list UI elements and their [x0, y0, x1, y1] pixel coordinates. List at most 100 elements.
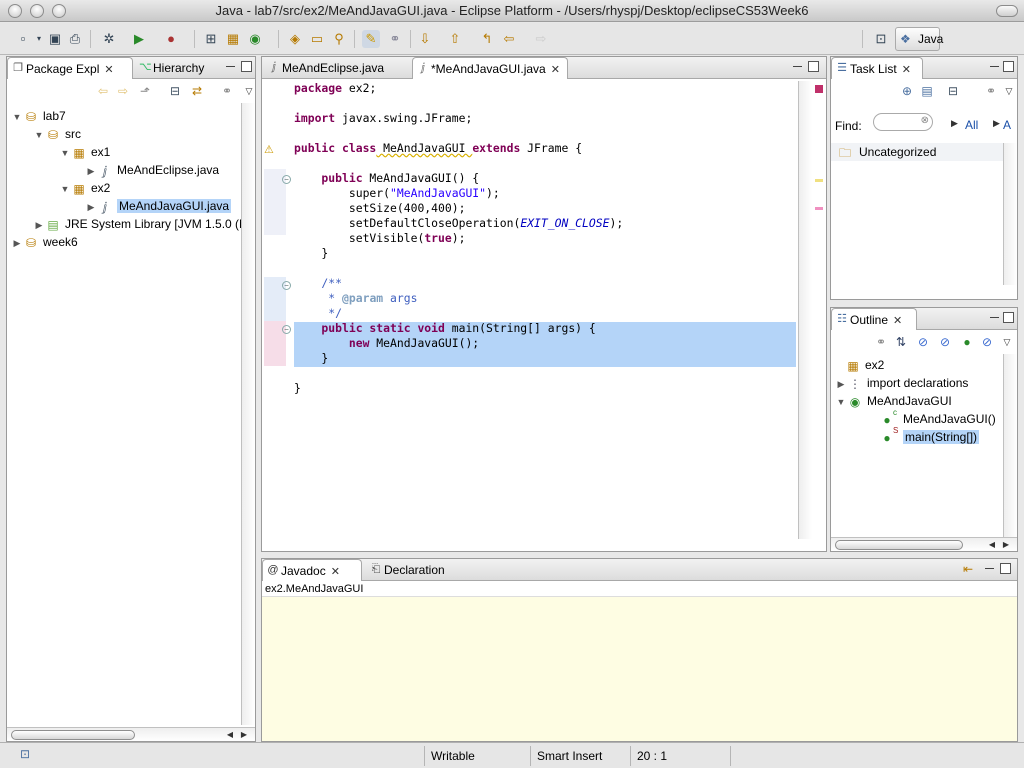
scroll-left-icon[interactable]: ◀	[989, 540, 995, 549]
tree-item[interactable]: ▼ ▦ ex2	[59, 179, 111, 198]
maximize-view-button[interactable]	[1003, 61, 1014, 72]
tree-item[interactable]: ▶ ▤ JRE System Library [JVM 1.5.0 (M	[33, 215, 250, 233]
hide-fields-icon[interactable]: ⊘	[915, 334, 931, 350]
tab-outline[interactable]: ☷ Outline ✕	[831, 308, 917, 330]
maximize-view-button[interactable]	[1000, 563, 1011, 574]
tab-package-explorer[interactable]: ❐ Package Expl ✕	[7, 57, 133, 79]
tab-javadoc[interactable]: @ Javadoc ✕	[262, 559, 362, 581]
new-class-icon[interactable]: ◉	[246, 30, 264, 48]
focus-icon[interactable]: ⚭	[873, 334, 889, 350]
java-perspective-button[interactable]: ❖ Java	[895, 27, 943, 51]
minimize-window-button[interactable]	[30, 4, 44, 18]
error-marker[interactable]	[815, 85, 823, 93]
maximize-view-button[interactable]	[241, 61, 252, 72]
run-icon[interactable]: ▶	[130, 30, 148, 48]
expanded-twisty-icon[interactable]: ▼	[11, 108, 23, 126]
view-menu-icon[interactable]: ▽	[1001, 83, 1017, 99]
warning-marker[interactable]	[815, 179, 823, 182]
open-type-icon[interactable]: ◈	[286, 30, 304, 48]
tab-meandjavagui-java[interactable]: ⅉ *MeAndJavaGUI.java ✕	[412, 57, 568, 79]
collapsed-twisty-icon[interactable]: ▶	[11, 234, 23, 252]
outline-vertical-scrollbar[interactable]	[1003, 354, 1017, 537]
outline-horizontal-scrollbar[interactable]: ◀ ▶	[831, 537, 1017, 551]
expanded-twisty-icon[interactable]: ▼	[59, 180, 71, 198]
link-with-editor-icon[interactable]: ⇄	[189, 83, 205, 99]
back-icon[interactable]: ⇦	[95, 83, 111, 99]
task-category-row[interactable]: 🗀 Uncategorized	[831, 143, 1003, 161]
next-annotation-icon[interactable]: ⇩	[416, 30, 434, 48]
view-menu-icon[interactable]: ▽	[241, 83, 257, 99]
minimize-view-button[interactable]	[984, 563, 995, 574]
minimize-view-button[interactable]	[225, 61, 236, 72]
scroll-thumb[interactable]	[11, 730, 135, 740]
zoom-window-button[interactable]	[52, 4, 66, 18]
close-icon[interactable]: ✕	[902, 64, 911, 76]
last-edit-location-icon[interactable]: ↰	[478, 30, 496, 48]
warning-icon[interactable]: ⚠	[264, 143, 274, 156]
scroll-right-icon[interactable]: ▶	[1003, 540, 1009, 549]
categorize-icon[interactable]: ▤	[919, 83, 935, 99]
close-window-button[interactable]	[8, 4, 22, 18]
show-whitespace-icon[interactable]: ⚭	[386, 30, 404, 48]
outline-item[interactable]: ▶ ⋮ import declarations	[835, 374, 969, 393]
tab-meandeclipse-java[interactable]: ⅉ MeAndEclipse.java	[264, 57, 410, 79]
scroll-right-icon[interactable]: ▶	[241, 730, 247, 739]
expanded-twisty-icon[interactable]: ▼	[33, 126, 45, 144]
tree-item[interactable]: ▼ ⛁ lab7	[11, 107, 66, 125]
hide-static-icon[interactable]: ⊘	[937, 334, 953, 350]
close-icon[interactable]: ✕	[893, 315, 902, 327]
task-find-input[interactable]: ⊗	[873, 113, 933, 131]
view-menu-icon[interactable]: ▽	[999, 334, 1015, 350]
minimize-editor-button[interactable]	[792, 61, 803, 72]
tree-item[interactable]: ▼ ⛁ src	[33, 125, 81, 143]
fold-minus-icon[interactable]: −	[282, 175, 291, 184]
scroll-left-icon[interactable]: ◀	[227, 730, 233, 739]
open-perspective-icon[interactable]: ⊡	[872, 30, 890, 48]
clear-icon[interactable]: ⊗	[921, 115, 929, 126]
maximize-editor-button[interactable]	[808, 61, 819, 72]
tree-item[interactable]: ▶ ⛁ week6	[11, 233, 78, 251]
external-tools-icon[interactable]: ●	[162, 30, 180, 48]
outline-item[interactable]: ● Smain(String[])	[879, 426, 980, 446]
outline-item[interactable]: ▦ ex2	[845, 356, 884, 374]
code-area[interactable]: package ex2; import javax.swing.JFrame; …	[294, 81, 796, 539]
activate-task-link[interactable]: A	[1003, 118, 1011, 132]
forward-icon[interactable]: ⇨	[115, 83, 131, 99]
minimize-view-button[interactable]	[989, 61, 1000, 72]
close-icon[interactable]: ✕	[104, 64, 113, 76]
expanded-twisty-icon[interactable]: ▼	[835, 393, 847, 411]
open-attached-javadoc-icon[interactable]: ⇤	[960, 561, 976, 577]
collapsed-twisty-icon[interactable]: ▶	[85, 198, 97, 216]
sort-icon[interactable]: ⇅	[893, 334, 909, 350]
task-list-vertical-scrollbar[interactable]	[1003, 143, 1017, 285]
expanded-twisty-icon[interactable]: ▼	[59, 144, 71, 162]
previous-annotation-icon[interactable]: ⇧	[446, 30, 464, 48]
up-icon[interactable]: ⬏	[137, 83, 153, 99]
open-folder-icon[interactable]: ▭	[308, 30, 326, 48]
package-explorer-horizontal-scrollbar[interactable]: ◀ ▶	[7, 727, 255, 741]
editor-vertical-scrollbar[interactable]	[798, 81, 812, 539]
tab-task-list[interactable]: ☰ Task List ✕	[831, 57, 923, 79]
minimize-view-button[interactable]	[989, 312, 1000, 323]
collapsed-twisty-icon[interactable]: ▶	[85, 162, 97, 180]
collapse-icon[interactable]: ⊟	[945, 83, 961, 99]
tab-hierarchy[interactable]: ⌥ Hierarchy	[135, 57, 204, 79]
tree-item[interactable]: ▶ ⅉ MeAndEclipse.java	[85, 161, 220, 180]
fold-minus-icon[interactable]: −	[282, 281, 291, 290]
fast-view-icon[interactable]: ⊡	[20, 747, 30, 761]
close-icon[interactable]: ✕	[551, 64, 560, 76]
forward-icon[interactable]: ⇨	[532, 30, 550, 48]
tree-item[interactable]: ▼ ▦ ex1	[59, 143, 111, 162]
close-icon[interactable]: ✕	[331, 566, 340, 578]
hide-nonpublic-icon[interactable]: ●	[959, 334, 975, 350]
save-icon[interactable]: ▣	[46, 30, 64, 48]
collapsed-twisty-icon[interactable]: ▶	[835, 375, 847, 393]
debug-icon[interactable]: ✲	[100, 30, 118, 48]
filter-icon[interactable]: ⚭	[219, 83, 235, 99]
back-icon[interactable]: ⇦	[500, 30, 518, 48]
occurrence-marker[interactable]	[815, 207, 823, 210]
fold-minus-icon[interactable]: −	[282, 325, 291, 334]
collapse-all-icon[interactable]: ⊟	[167, 83, 183, 99]
new-task-icon[interactable]: ⊕	[899, 83, 915, 99]
new-package-icon[interactable]: ▦	[224, 30, 242, 48]
